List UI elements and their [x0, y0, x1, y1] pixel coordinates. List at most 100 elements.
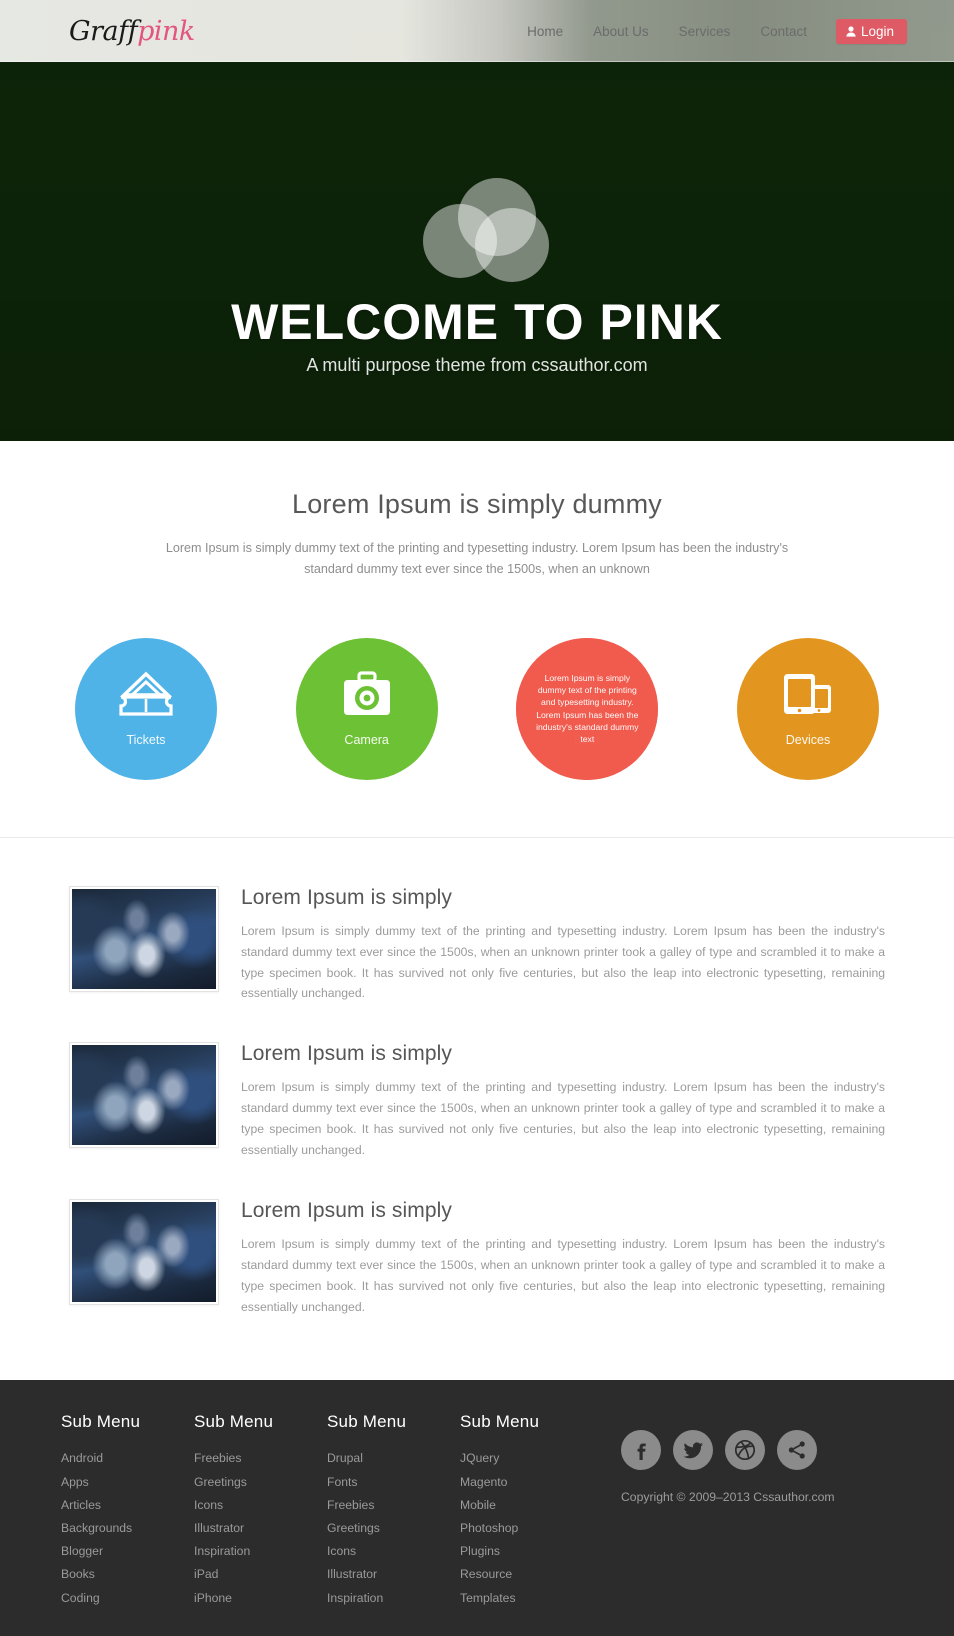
footer-link[interactable]: Backgrounds — [61, 1517, 132, 1539]
list-item: Backgrounds — [61, 1517, 194, 1539]
footer-link-list: JQuery Magento Mobile Photoshop Plugins … — [460, 1447, 593, 1608]
devices-icon — [779, 671, 837, 724]
nav-item-contact[interactable]: Contact — [745, 18, 822, 45]
services-circle-row: Tickets Camera Lorem Ipsum is simply dum… — [47, 637, 907, 780]
footer-column-title: Sub Menu — [61, 1412, 141, 1432]
footer-link[interactable]: Resource — [460, 1563, 512, 1585]
list-item: Plugins — [460, 1540, 593, 1562]
login-button[interactable]: Login — [835, 18, 907, 44]
logo-text-main: Graff — [69, 15, 138, 47]
article-thumbnail[interactable] — [69, 1199, 219, 1306]
footer-link-list: Freebies Greetings Icons Illustrator Ins… — [194, 1447, 327, 1608]
footer-link[interactable]: Blogger — [61, 1540, 103, 1562]
article-thumbnail-image — [72, 888, 216, 989]
list-item: iPhone — [194, 1587, 327, 1609]
nav-item-home[interactable]: Home — [512, 18, 578, 45]
list-item: Blogger — [61, 1540, 194, 1562]
service-circle-tickets[interactable]: Tickets — [75, 637, 217, 780]
social-links — [621, 1430, 893, 1471]
footer-link[interactable]: iPhone — [194, 1587, 232, 1609]
share-icon[interactable] — [777, 1430, 817, 1471]
footer-link[interactable]: Apps — [61, 1471, 89, 1493]
footer-column-title: Sub Menu — [194, 1412, 274, 1432]
camera-icon — [339, 671, 395, 724]
footer-link[interactable]: Mobile — [460, 1494, 496, 1516]
list-item: Books — [61, 1563, 194, 1585]
footer-link[interactable]: Templates — [460, 1587, 516, 1609]
main-navigation: Home About Us Services Contact Login — [512, 18, 907, 45]
article-title[interactable]: Lorem Ipsum is simply — [241, 886, 885, 910]
footer-link[interactable]: Illustrator — [327, 1563, 377, 1585]
article-title[interactable]: Lorem Ipsum is simply — [241, 1199, 885, 1223]
article-text: Lorem Ipsum is simply dummy text of the … — [241, 923, 885, 1001]
footer-link[interactable]: Drupal — [327, 1447, 363, 1469]
facebook-icon[interactable] — [621, 1430, 661, 1471]
footer-right: Copyright © 2009–2013 Cssauthor.com — [593, 1412, 893, 1609]
article-thumbnail-image — [72, 1045, 216, 1146]
footer-link[interactable]: Illustrator — [194, 1517, 244, 1539]
list-item: Resource — [460, 1563, 593, 1585]
user-icon — [846, 25, 856, 37]
footer-link[interactable]: Freebies — [327, 1494, 374, 1516]
dribbble-icon[interactable] — [725, 1430, 765, 1471]
footer-link[interactable]: Books — [61, 1563, 95, 1585]
copyright-text: Copyright © 2009–2013 Cssauthor.com — [621, 1490, 835, 1505]
footer-link[interactable]: Coding — [61, 1587, 100, 1609]
list-item: Android — [61, 1447, 194, 1469]
footer-link[interactable]: Fonts — [327, 1471, 357, 1493]
service-circle-devices[interactable]: Devices — [736, 637, 879, 780]
footer-link[interactable]: Icons — [194, 1494, 223, 1516]
article-item: Lorem Ipsum is simply Lorem Ipsum is sim… — [47, 1024, 907, 1181]
footer-link[interactable]: Android — [61, 1447, 103, 1469]
footer-column-1: Sub Menu Android Apps Articles Backgroun… — [61, 1412, 194, 1609]
footer-link[interactable]: Inspiration — [327, 1587, 383, 1609]
service-label-devices: Devices — [785, 732, 831, 747]
footer-link-list: Drupal Fonts Freebies Greetings Icons Il… — [327, 1447, 460, 1608]
venn-circle-right — [475, 208, 549, 282]
footer-inner: Sub Menu Android Apps Articles Backgroun… — [47, 1412, 907, 1609]
footer-column-title: Sub Menu — [327, 1412, 407, 1432]
list-item: Fonts — [327, 1471, 460, 1493]
service-label-camera: Camera — [344, 732, 389, 747]
footer-link[interactable]: Magento — [460, 1471, 507, 1493]
list-item: Illustrator — [327, 1563, 460, 1585]
list-item: Articles — [61, 1494, 194, 1516]
footer-link[interactable]: Greetings — [327, 1517, 380, 1539]
footer-link[interactable]: Photoshop — [460, 1517, 518, 1539]
articles-section: Lorem Ipsum is simply Lorem Ipsum is sim… — [0, 837, 954, 1381]
list-item: Freebies — [194, 1447, 327, 1469]
footer-link[interactable]: Greetings — [194, 1471, 247, 1493]
login-button-label: Login — [860, 23, 894, 39]
article-thumbnail[interactable] — [69, 885, 219, 992]
nav-item-services[interactable]: Services — [664, 18, 746, 45]
footer-link[interactable]: iPad — [194, 1563, 218, 1585]
page-root: Graffpink Home About Us Services Contact… — [0, 0, 954, 1636]
footer-column-title: Sub Menu — [460, 1412, 540, 1432]
site-logo[interactable]: Graffpink — [47, 16, 195, 47]
logo-text-accent: pink — [137, 15, 195, 47]
hero-title: WELCOME TO PINK — [231, 294, 723, 350]
footer-link[interactable]: Plugins — [460, 1540, 500, 1562]
article-text: Lorem Ipsum is simply dummy text of the … — [241, 1237, 885, 1315]
footer-link[interactable]: Articles — [61, 1494, 101, 1516]
footer-column-2: Sub Menu Freebies Greetings Icons Illust… — [194, 1412, 327, 1609]
footer-link[interactable]: Icons — [327, 1540, 356, 1562]
service-circle-camera[interactable]: Camera — [295, 637, 438, 780]
footer-link[interactable]: Inspiration — [194, 1540, 250, 1562]
footer-link[interactable]: Freebies — [194, 1447, 241, 1469]
list-item: Photoshop — [460, 1517, 593, 1539]
article-thumbnail[interactable] — [69, 1042, 219, 1149]
intro-heading: Lorem Ipsum is simply dummy — [292, 489, 662, 519]
list-item: JQuery — [460, 1447, 593, 1469]
nav-item-about-us[interactable]: About Us — [578, 18, 664, 45]
footer-column-4: Sub Menu JQuery Magento Mobile Photoshop… — [460, 1412, 593, 1609]
footer-link[interactable]: JQuery — [460, 1447, 499, 1469]
service-circle-beer[interactable]: Beer Lorem Ipsum is simply dummy text of… — [516, 637, 659, 780]
article-body: Lorem Ipsum is simply Lorem Ipsum is sim… — [219, 1042, 885, 1161]
list-item: Inspiration — [194, 1540, 327, 1562]
services-section: Tickets Camera Lorem Ipsum is simply dum… — [0, 585, 954, 838]
site-footer: Sub Menu Android Apps Articles Backgroun… — [0, 1380, 954, 1636]
article-title[interactable]: Lorem Ipsum is simply — [241, 1042, 885, 1066]
twitter-icon[interactable] — [673, 1430, 713, 1471]
header-inner: Graffpink Home About Us Services Contact… — [47, 0, 907, 62]
